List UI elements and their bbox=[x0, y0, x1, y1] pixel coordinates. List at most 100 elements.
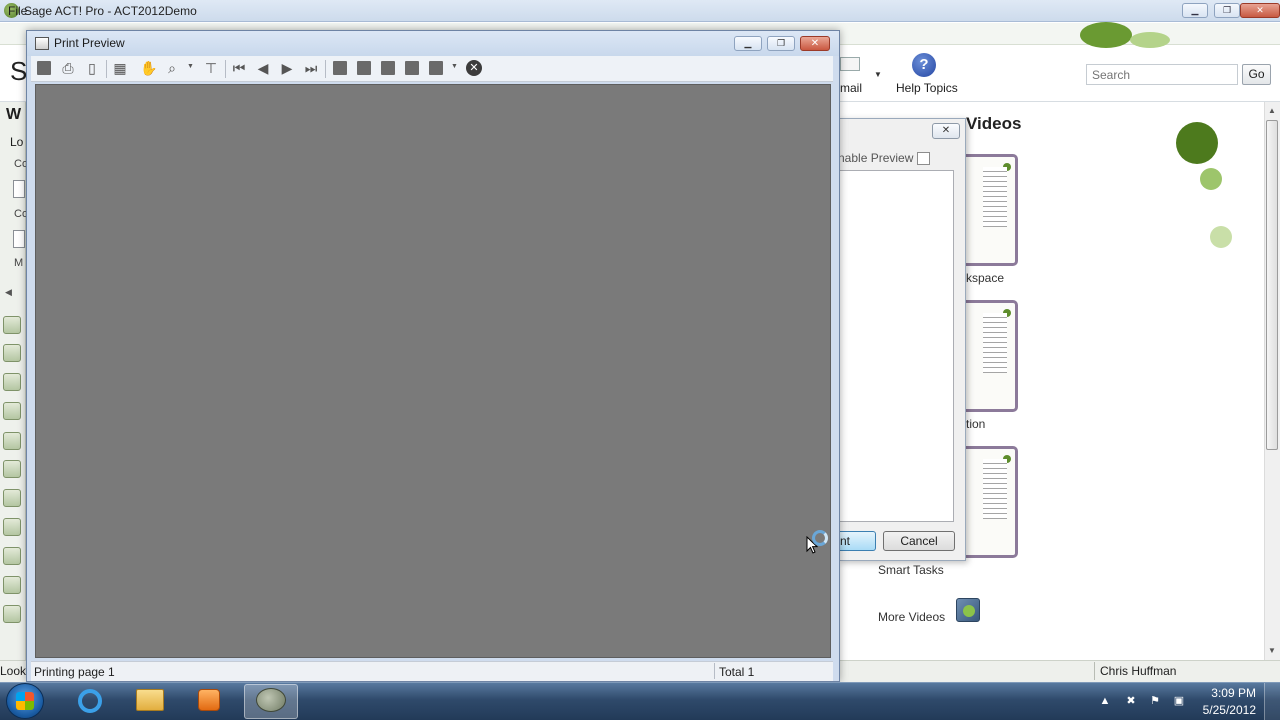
left-field-label: M bbox=[14, 257, 24, 269]
left-scroll-arrow-icon[interactable]: ◀ bbox=[5, 287, 12, 298]
zoom-dropdown-icon[interactable]: ▼ bbox=[187, 63, 194, 70]
action-center-icon[interactable]: ⚑ bbox=[1148, 694, 1162, 708]
print-preview-window-icon bbox=[35, 37, 49, 50]
left-field-input[interactable] bbox=[13, 230, 25, 248]
nav-calendar-icon[interactable] bbox=[3, 460, 21, 478]
app-maximize-button[interactable]: ❐ bbox=[1214, 3, 1240, 18]
four-pages-icon[interactable] bbox=[381, 61, 395, 75]
toolbar-separator bbox=[325, 60, 326, 78]
nav-search-icon[interactable] bbox=[3, 605, 21, 623]
windows-explorer-icon[interactable] bbox=[136, 689, 164, 711]
act-handshake-icon[interactable] bbox=[256, 688, 286, 712]
media-player-icon[interactable] bbox=[198, 689, 220, 711]
print-preview-maximize-button[interactable]: ❐ bbox=[767, 36, 795, 51]
nav-home-icon[interactable] bbox=[3, 316, 21, 334]
enable-preview-checkbox[interactable] bbox=[917, 152, 930, 165]
internet-explorer-icon[interactable] bbox=[78, 689, 102, 713]
print-preview-close-button[interactable]: ✕ bbox=[800, 36, 830, 51]
app-close-button[interactable]: ✕ bbox=[1240, 3, 1280, 18]
search-input[interactable] bbox=[1086, 64, 1238, 85]
toolbar-separator bbox=[106, 60, 107, 78]
left-field-input[interactable] bbox=[13, 180, 25, 198]
print-preview-title-bar bbox=[27, 31, 839, 56]
printing-status-text: Printing page 1 bbox=[34, 665, 115, 679]
status-divider bbox=[1094, 662, 1095, 680]
email-dropdown-caret-icon[interactable]: ▼ bbox=[874, 70, 882, 79]
fit-width-icon[interactable]: ⊤ bbox=[203, 60, 219, 76]
scrollbar-thumb[interactable] bbox=[1266, 120, 1278, 450]
clock-time[interactable]: 3:09 PM bbox=[1206, 686, 1256, 700]
thumbnails-icon[interactable]: ▦ bbox=[112, 60, 128, 76]
print-preview-title: Print Preview bbox=[54, 36, 125, 50]
video-thumbnail-navigation[interactable] bbox=[960, 300, 1018, 412]
first-page-icon[interactable]: ⏮ bbox=[231, 60, 247, 76]
featured-videos-title: Videos bbox=[966, 114, 1022, 133]
single-page-icon[interactable] bbox=[333, 61, 347, 75]
cancel-button[interactable]: Cancel bbox=[883, 531, 955, 551]
network-icon[interactable]: ▣ bbox=[1172, 694, 1186, 708]
previous-page-icon[interactable]: ◀ bbox=[255, 60, 271, 76]
video-thumbnail-smart-tasks[interactable] bbox=[960, 446, 1018, 558]
nav-companies-icon[interactable] bbox=[3, 402, 21, 420]
hand-tool-icon[interactable]: ✋ bbox=[140, 60, 157, 76]
print-button[interactable]: nt bbox=[838, 531, 876, 551]
app-minimize-button[interactable]: ▁ bbox=[1182, 3, 1208, 18]
help-topics-label[interactable]: Help Topics bbox=[896, 81, 958, 95]
enable-preview-label: nable Preview bbox=[838, 151, 914, 165]
nav-opportunities-icon[interactable] bbox=[3, 432, 21, 450]
busy-spinner-icon bbox=[812, 530, 828, 546]
decor-leaf-icon bbox=[1200, 168, 1222, 190]
windows-taskbar bbox=[0, 682, 1280, 720]
close-preview-icon[interactable]: ✕ bbox=[466, 60, 482, 76]
page-setup-icon[interactable]: ▯ bbox=[84, 60, 100, 76]
nav-reports-icon[interactable] bbox=[3, 518, 21, 536]
decor-leaf-icon bbox=[1130, 32, 1170, 48]
page-layout-dropdown-icon[interactable]: ▼ bbox=[451, 63, 458, 70]
lookup-tab[interactable]: Lo bbox=[10, 135, 23, 149]
video-label-workspace[interactable]: kspace bbox=[966, 271, 1004, 285]
nav-history-icon[interactable] bbox=[3, 547, 21, 565]
print-preview-minimize-button[interactable]: ▁ bbox=[734, 36, 762, 51]
video-label-smart-tasks[interactable]: Smart Tasks bbox=[878, 563, 944, 577]
save-icon[interactable] bbox=[37, 61, 51, 75]
decor-leaf-icon bbox=[1080, 22, 1132, 48]
menu-file[interactable]: File bbox=[8, 4, 27, 18]
nav-tasks-icon[interactable] bbox=[3, 489, 21, 507]
volume-muted-icon[interactable]: ✖ bbox=[1124, 694, 1138, 708]
help-icon[interactable]: ? bbox=[912, 53, 936, 77]
print-preview-pane bbox=[838, 170, 954, 522]
show-hidden-icons-icon[interactable]: ▲ bbox=[1098, 694, 1112, 708]
page-layout-icon[interactable] bbox=[429, 61, 443, 75]
zoom-tool-icon[interactable]: ⌕ bbox=[164, 60, 180, 76]
email-icon[interactable] bbox=[840, 57, 860, 71]
windows-logo-icon[interactable] bbox=[16, 692, 34, 710]
scroll-up-icon[interactable]: ▲ bbox=[1268, 106, 1276, 115]
video-thumbnail-workspace[interactable] bbox=[960, 154, 1018, 266]
search-go-button[interactable]: Go bbox=[1242, 64, 1271, 85]
clock-date[interactable]: 5/25/2012 bbox=[1196, 703, 1256, 717]
status-divider bbox=[714, 663, 715, 679]
video-label-navigation[interactable]: tion bbox=[966, 417, 985, 431]
toolbar-separator bbox=[225, 60, 226, 78]
multi-page-icon[interactable] bbox=[405, 61, 419, 75]
total-pages-text: Total 1 bbox=[719, 665, 755, 679]
status-user-name: Chris Huffman bbox=[1100, 664, 1177, 678]
decor-leaf-icon bbox=[1176, 122, 1218, 164]
app-title: Sage ACT! Pro - ACT2012Demo bbox=[24, 4, 197, 18]
nav-groups-icon[interactable] bbox=[3, 373, 21, 391]
print-icon[interactable]: ⎙ bbox=[60, 60, 76, 76]
nav-contacts-icon[interactable] bbox=[3, 344, 21, 362]
preview-canvas[interactable] bbox=[35, 84, 831, 658]
next-page-icon[interactable]: ▶ bbox=[279, 60, 295, 76]
workspace-heading: W bbox=[6, 106, 22, 123]
show-desktop-button[interactable] bbox=[1264, 683, 1280, 720]
more-videos-icon[interactable] bbox=[956, 598, 980, 622]
brand-letter: S bbox=[10, 56, 28, 86]
nav-dashboard-icon[interactable] bbox=[3, 576, 21, 594]
print-dialog-close-button[interactable]: ✕ bbox=[932, 123, 960, 139]
more-videos-link[interactable]: More Videos bbox=[878, 610, 945, 624]
last-page-icon[interactable]: ⏭ bbox=[303, 60, 319, 76]
scroll-down-icon[interactable]: ▼ bbox=[1268, 646, 1276, 655]
two-pages-icon[interactable] bbox=[357, 61, 371, 75]
email-label[interactable]: mail bbox=[840, 81, 862, 95]
